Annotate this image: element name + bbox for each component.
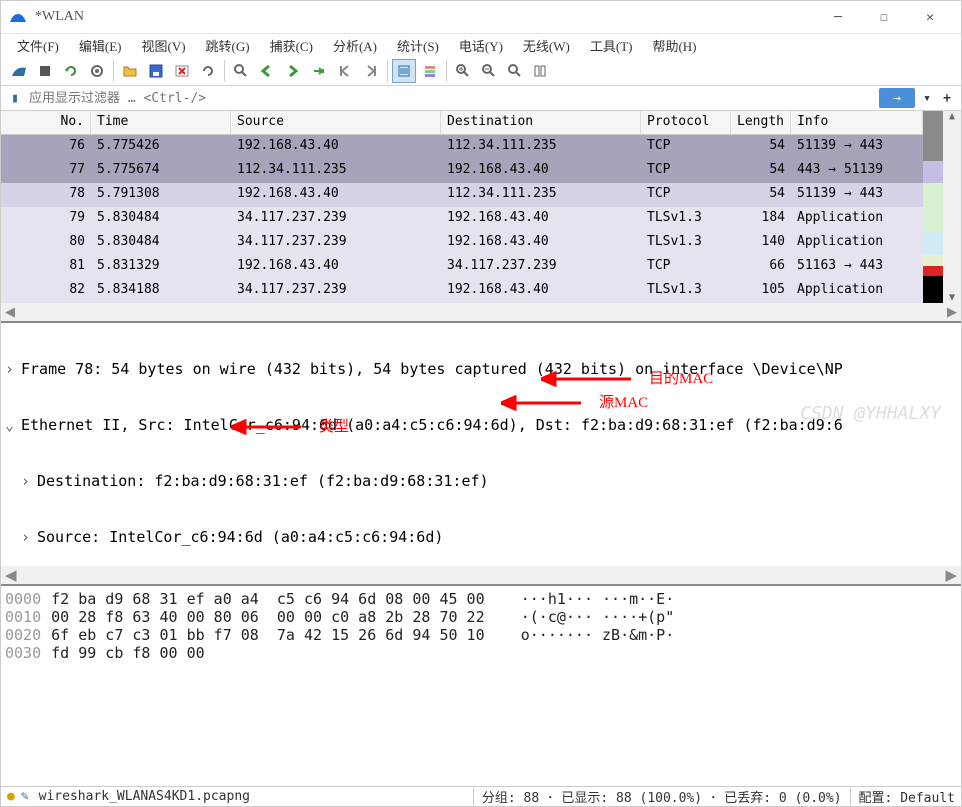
filter-dropdown-icon[interactable]: ▾ [917, 88, 937, 108]
packet-row[interactable]: 815.831329192.168.43.4034.117.237.239TCP… [1, 255, 923, 279]
col-no-header[interactable]: No. [1, 111, 91, 134]
packet-row[interactable]: 795.83048434.117.237.239192.168.43.40TLS… [1, 207, 923, 231]
zoom-out-icon[interactable] [477, 59, 501, 83]
options-icon[interactable] [85, 59, 109, 83]
resize-cols-icon[interactable] [529, 59, 553, 83]
menu-item[interactable]: 视图(V) [132, 34, 196, 57]
packet-row[interactable]: 785.791308192.168.43.40112.34.111.235TCP… [1, 183, 923, 207]
first-icon[interactable] [333, 59, 357, 83]
detail-scrollbar[interactable]: ◀▶ [1, 566, 961, 584]
menu-item[interactable]: 文件(F) [7, 34, 69, 57]
col-proto-header[interactable]: Protocol [641, 111, 731, 134]
packet-list-body[interactable]: 765.775426192.168.43.40112.34.111.235TCP… [1, 135, 923, 303]
menu-bar: 文件(F)编辑(E)视图(V)跳转(G)捕获(C)分析(A)统计(S)电话(Y)… [1, 34, 961, 57]
restart-icon[interactable] [59, 59, 83, 83]
col-len-header[interactable]: Length [731, 111, 791, 134]
packet-row[interactable]: 775.775674112.34.111.235192.168.43.40TCP… [1, 159, 923, 183]
hex-line[interactable]: 00206f eb c7 c3 01 bb f7 08 7a 42 15 26 … [5, 626, 957, 644]
menu-item[interactable]: 无线(W) [513, 34, 580, 57]
status-profile[interactable]: 配置: Default [859, 787, 955, 806]
next-icon[interactable] [281, 59, 305, 83]
prev-icon[interactable] [255, 59, 279, 83]
stop-icon[interactable] [33, 59, 57, 83]
display-filter-input[interactable] [25, 89, 877, 108]
detail-src-mac[interactable]: Source: IntelCor_c6:94:6d (a0:a4:c5:c6:9… [37, 528, 443, 546]
hex-line[interactable]: 001000 28 f8 63 40 00 80 06 00 00 c0 a8 … [5, 608, 957, 626]
toolbar [1, 57, 961, 86]
scrollbar-horizontal[interactable]: ◀▶ [1, 303, 961, 321]
packet-color-stripe [923, 111, 943, 303]
menu-item[interactable]: 帮助(H) [642, 34, 706, 57]
menu-item[interactable]: 电话(Y) [449, 34, 513, 57]
status-bar: ● ✎ wireshark_WLANAS4KD1.pcapng 分组: 88 ･… [1, 786, 961, 806]
menu-item[interactable]: 分析(A) [323, 34, 387, 57]
col-src-header[interactable]: Source [231, 111, 441, 134]
menu-item[interactable]: 编辑(E) [69, 34, 132, 57]
col-info-header[interactable]: Info [791, 111, 923, 134]
col-dst-header[interactable]: Destination [441, 111, 641, 134]
detail-eth-type[interactable]: Type: IPv4 (0x0800) [37, 584, 209, 586]
menu-item[interactable]: 统计(S) [387, 34, 449, 57]
hex-line[interactable]: 0030fd 99 cb f8 00 00 [5, 644, 957, 662]
app-icon [9, 8, 27, 26]
bookmark-icon[interactable]: ▮ [5, 91, 25, 106]
colorize-icon[interactable] [418, 59, 442, 83]
find-icon[interactable] [229, 59, 253, 83]
packet-list-pane: No. Time Source Destination Protocol Len… [1, 111, 961, 323]
packet-row[interactable]: 825.83418834.117.237.239192.168.43.40TLS… [1, 279, 923, 303]
annotation-src-mac: 源MAC [599, 391, 648, 412]
shark-fin-icon[interactable] [7, 59, 31, 83]
detail-dst-mac[interactable]: Destination: f2:ba:d9:68:31:ef (f2:ba:d9… [37, 472, 489, 490]
detail-ethernet[interactable]: Ethernet II, Src: IntelCor_c6:94:6d (a0:… [21, 416, 843, 434]
packet-details-pane[interactable]: ›Frame 78: 54 bytes on wire (432 bits), … [1, 323, 961, 586]
close-button[interactable]: ✕ [907, 1, 953, 33]
zoom-reset-icon[interactable] [503, 59, 527, 83]
hex-line[interactable]: 0000f2 ba d9 68 31 ef a0 a4 c5 c6 94 6d … [5, 590, 957, 608]
expert-info-icon[interactable]: ● [7, 789, 15, 804]
menu-item[interactable]: 跳转(G) [196, 34, 260, 57]
watermark: CSDN @YHHALXY [800, 403, 941, 424]
scrollbar-vertical[interactable]: ▲▼ [943, 111, 961, 303]
maximize-button[interactable]: ☐ [861, 1, 907, 33]
zoom-in-icon[interactable] [451, 59, 475, 83]
detail-frame[interactable]: Frame 78: 54 bytes on wire (432 bits), 5… [21, 360, 843, 378]
status-filename: wireshark_WLANAS4KD1.pcapng [39, 789, 250, 804]
status-packets: 分组: 88 ･ 已显示: 88 (100.0%) ･ 已丢弃: 0 (0.0%… [482, 787, 842, 806]
title-bar: *WLAN ─ ☐ ✕ [1, 1, 961, 34]
minimize-button[interactable]: ─ [815, 1, 861, 33]
filter-add-button[interactable]: + [937, 88, 957, 108]
packet-bytes-pane[interactable]: 0000f2 ba d9 68 31 ef a0 a4 c5 c6 94 6d … [1, 586, 961, 786]
packet-row[interactable]: 765.775426192.168.43.40112.34.111.235TCP… [1, 135, 923, 159]
filter-bar: ▮ → ▾ + [1, 86, 961, 111]
packet-list-header[interactable]: No. Time Source Destination Protocol Len… [1, 111, 923, 135]
open-icon[interactable] [118, 59, 142, 83]
menu-item[interactable]: 捕获(C) [260, 34, 323, 57]
packet-row[interactable]: 805.83048434.117.237.239192.168.43.40TLS… [1, 231, 923, 255]
save-icon[interactable] [144, 59, 168, 83]
col-time-header[interactable]: Time [91, 111, 231, 134]
menu-item[interactable]: 工具(T) [580, 34, 643, 57]
reload-icon[interactable] [196, 59, 220, 83]
autoscroll-icon[interactable] [392, 59, 416, 83]
capture-info-icon[interactable]: ✎ [21, 789, 29, 804]
last-icon[interactable] [359, 59, 383, 83]
filter-apply-button[interactable]: → [879, 88, 915, 108]
window-title: *WLAN [35, 9, 815, 25]
goto-icon[interactable] [307, 59, 331, 83]
close-file-icon[interactable] [170, 59, 194, 83]
